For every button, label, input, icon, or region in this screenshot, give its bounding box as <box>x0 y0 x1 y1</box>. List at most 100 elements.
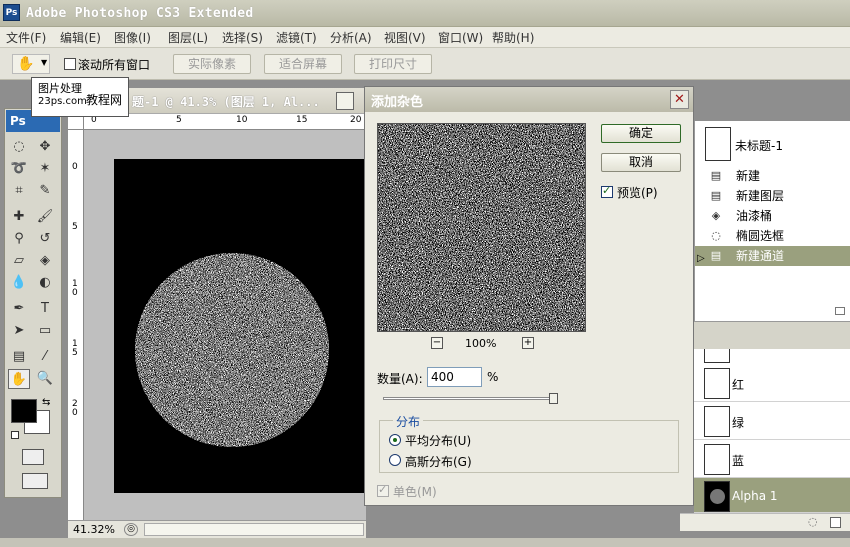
tooltip-line-2: 23ps.com <box>38 96 87 107</box>
channel-label: 蓝 <box>732 454 745 468</box>
menu-filter[interactable]: 滤镜(T) <box>274 29 319 46</box>
fit-screen-button[interactable]: 适合屏幕 <box>264 54 342 74</box>
history-state-pointer-icon: ▷ <box>697 253 705 264</box>
amount-label: 数量(A): <box>377 372 423 386</box>
zoom-readout[interactable]: 41.32% <box>73 523 115 536</box>
slice-tool-icon[interactable]: ✎ <box>34 181 56 201</box>
ruler-tick-label: 5 <box>72 222 78 232</box>
panel-menu-icon[interactable] <box>835 307 845 315</box>
menu-window[interactable]: 窗口(W) <box>436 29 485 46</box>
minimize-button[interactable] <box>336 92 354 110</box>
paint-bucket-tool-icon[interactable]: ◈ <box>34 251 56 271</box>
hand-tool-icon[interactable]: ✋ <box>8 369 30 389</box>
snapshot-label[interactable]: 未标题-1 <box>735 137 783 154</box>
image-canvas[interactable] <box>114 159 364 493</box>
app-title: Adobe Photoshop CS3 Extended <box>26 6 254 21</box>
amount-slider-thumb[interactable] <box>549 393 558 404</box>
dodge-tool-icon[interactable]: ◐ <box>34 273 56 293</box>
shape-tool-icon[interactable]: ▭ <box>34 321 56 341</box>
notes-tool-icon[interactable]: ▤ <box>8 347 30 367</box>
vertical-ruler[interactable]: 0 5 1 0 1 5 2 0 <box>68 130 84 526</box>
history-panel: 未标题-1 ▤ 新建 ▤ 新建图层 ◈ 油漆桶 ◌ 椭圆选框 ▷ ▤ 新建通道 <box>694 121 850 321</box>
amount-slider-track[interactable] <box>383 397 555 400</box>
preview-zoom-level: 100% <box>465 337 497 350</box>
tool-preset-picker[interactable]: ✋ ▼ <box>12 54 50 74</box>
monochrome-checkbox[interactable]: ✓ <box>377 483 389 497</box>
menu-select[interactable]: 选择(S) <box>220 29 265 46</box>
history-item-label: 油漆桶 <box>736 209 773 223</box>
history-item-label: 椭圆选框 <box>736 229 785 243</box>
eyedropper-tool-icon[interactable]: ⁄ <box>34 347 56 367</box>
history-item-selected[interactable]: ▷ ▤ 新建通道 <box>695 246 850 266</box>
gaussian-radio[interactable] <box>389 454 401 466</box>
history-item[interactable]: ◈ 油漆桶 <box>695 206 850 226</box>
alpha-circle-icon <box>710 489 725 504</box>
noise-circle-image <box>114 159 364 493</box>
filter-preview[interactable] <box>377 123 586 332</box>
ruler-tick-label: 15 <box>296 115 308 125</box>
channel-thumbnail <box>704 481 730 512</box>
status-info-icon[interactable]: ◎ <box>124 523 138 536</box>
default-colors-icon[interactable] <box>11 431 19 439</box>
cancel-button[interactable]: 取消 <box>601 153 681 172</box>
ruler-tick-label: 10 <box>236 115 248 125</box>
menu-view[interactable]: 视图(V) <box>382 29 428 46</box>
menu-layer[interactable]: 图层(L) <box>166 29 210 46</box>
move-tool-icon[interactable]: ✥ <box>34 137 56 157</box>
quick-mask-icon[interactable] <box>22 449 44 465</box>
menu-file[interactable]: 文件(F) <box>4 29 48 46</box>
crop-tool-icon[interactable]: ⌗ <box>8 181 30 201</box>
close-icon[interactable]: ✕ <box>670 90 689 109</box>
dialog-title-bar[interactable]: 添加杂色 ✕ <box>365 87 693 112</box>
menu-analysis[interactable]: 分析(A) <box>328 29 374 46</box>
history-item[interactable]: ▤ 新建 <box>695 166 850 186</box>
history-item-label: 新建通道 <box>736 249 785 263</box>
menu-image[interactable]: 图像(I) <box>112 29 153 46</box>
load-selection-icon[interactable]: ◌ <box>808 515 818 528</box>
uniform-label: 平均分布(U) <box>405 434 472 448</box>
swap-colors-icon[interactable]: ⇆ <box>42 397 50 408</box>
magic-wand-tool-icon[interactable]: ✶ <box>34 159 56 179</box>
preview-checkbox[interactable]: ✓ <box>601 184 613 198</box>
marquee-tool-icon[interactable]: ◌ <box>8 137 30 157</box>
save-selection-icon[interactable] <box>830 517 841 528</box>
horizontal-scrollbar[interactable] <box>144 523 364 536</box>
history-item[interactable]: ◌ 椭圆选框 <box>695 226 850 246</box>
snapshot-thumbnail[interactable] <box>705 127 731 161</box>
zoom-out-button[interactable]: − <box>431 337 443 349</box>
eraser-tool-icon[interactable]: ▱ <box>8 251 30 271</box>
scroll-all-windows-checkbox[interactable] <box>64 58 76 70</box>
history-item[interactable]: ▤ 新建图层 <box>695 186 850 206</box>
ok-button[interactable]: 确定 <box>601 124 681 143</box>
amount-input[interactable]: 400 <box>427 367 482 387</box>
path-selection-tool-icon[interactable]: ➤ <box>8 321 30 341</box>
zoom-in-button[interactable]: + <box>522 337 534 349</box>
channel-label: 绿 <box>732 416 745 430</box>
channel-row[interactable]: 蓝 <box>694 441 850 478</box>
type-tool-icon[interactable]: T <box>34 299 56 319</box>
lasso-tool-icon[interactable]: ➰ <box>8 159 30 179</box>
history-state-icon: ▤ <box>710 169 722 182</box>
menu-help[interactable]: 帮助(H) <box>490 29 536 46</box>
toolbox: Ps ◌ ✥ ➰ ✶ ⌗ ✎ ✚ 🖌 ⚲ ↺ ▱ ◈ 💧 ◐ ✒ T ➤ ▭ ▤… <box>4 108 62 498</box>
uniform-radio[interactable] <box>389 434 401 446</box>
brush-tool-icon[interactable]: 🖌 <box>34 207 56 227</box>
foreground-color-swatch[interactable] <box>11 399 37 423</box>
pen-tool-icon[interactable]: ✒ <box>8 299 30 319</box>
healing-brush-tool-icon[interactable]: ✚ <box>8 207 30 227</box>
dialog-title: 添加杂色 <box>371 95 424 110</box>
blur-tool-icon[interactable]: 💧 <box>8 273 30 293</box>
actual-pixels-button[interactable]: 实际像素 <box>173 54 251 74</box>
menu-edit[interactable]: 编辑(E) <box>58 29 103 46</box>
history-brush-tool-icon[interactable]: ↺ <box>34 229 56 249</box>
channel-row[interactable]: 红 <box>694 365 850 402</box>
clone-stamp-tool-icon[interactable]: ⚲ <box>8 229 30 249</box>
check-mark-icon: ✓ <box>378 483 388 496</box>
channel-row-selected[interactable]: Alpha 1 <box>694 478 850 513</box>
zoom-tool-icon[interactable]: 🔍 <box>34 369 56 389</box>
channels-panel-header[interactable] <box>694 321 850 349</box>
history-state-icon: ▤ <box>710 189 722 202</box>
print-size-button[interactable]: 打印尺寸 <box>354 54 432 74</box>
channel-row[interactable]: 绿 <box>694 403 850 440</box>
screen-mode-icon[interactable] <box>22 473 48 489</box>
